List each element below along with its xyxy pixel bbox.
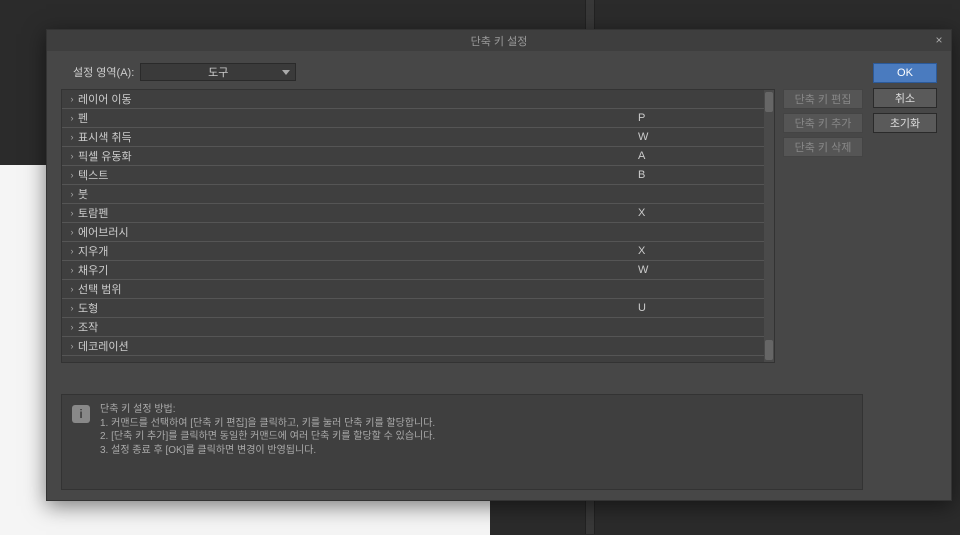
- list-row[interactable]: ›붓: [62, 185, 764, 204]
- chevron-right-icon: ›: [68, 265, 76, 275]
- row-label: 채우기: [78, 262, 638, 278]
- info-panel: i 단축 키 설정 방법: 1. 커맨드를 선택하여 [단축 키 편집]을 클릭…: [61, 394, 863, 490]
- add-shortcut-button[interactable]: 단축 키 추가: [783, 113, 863, 133]
- row-label: 텍스트: [78, 167, 638, 183]
- list-row[interactable]: ›데코레이션: [62, 337, 764, 356]
- info-icon: i: [72, 405, 90, 423]
- row-label: 도형: [78, 300, 638, 316]
- chevron-right-icon: ›: [68, 227, 76, 237]
- list-row[interactable]: ›토람펜X: [62, 204, 764, 223]
- shortcut-list[interactable]: ›레이어 이동›펜P›표시색 취득W›픽셀 유동화A›텍스트B›붓›토람펜X›에…: [62, 90, 764, 362]
- row-shortcut-key: W: [638, 264, 758, 276]
- row-label: 붓: [78, 186, 638, 202]
- chevron-right-icon: ›: [68, 170, 76, 180]
- list-row[interactable]: ›조작: [62, 318, 764, 337]
- row-shortcut-key: A: [638, 150, 758, 162]
- cancel-button[interactable]: 취소: [873, 88, 937, 108]
- chevron-right-icon: ›: [68, 189, 76, 199]
- chevron-right-icon: ›: [68, 341, 76, 351]
- main-column: 설정 영역(A): 도구 ›레이어 이동›펜P›표시색 취득W›픽셀 유동화A›…: [61, 63, 863, 490]
- scrollbar-thumb-top[interactable]: [765, 92, 773, 112]
- dialog-body: 설정 영역(A): 도구 ›레이어 이동›펜P›표시색 취득W›픽셀 유동화A›…: [47, 51, 951, 500]
- chevron-right-icon: ›: [68, 284, 76, 294]
- chevron-right-icon: ›: [68, 132, 76, 142]
- list-row[interactable]: ›레이어 이동: [62, 90, 764, 109]
- dialog-titlebar: 단축 키 설정 ×: [47, 30, 951, 51]
- side-buttons: 단축 키 편집 단축 키 추가 단축 키 삭제: [783, 89, 863, 384]
- row-shortcut-key: X: [638, 207, 758, 219]
- row-label: 데코레이션: [78, 338, 638, 354]
- list-row[interactable]: ›픽셀 유동화A: [62, 147, 764, 166]
- list-scrollbar[interactable]: [764, 90, 774, 362]
- settings-area-row: 설정 영역(A): 도구: [61, 63, 863, 81]
- row-label: 선택 범위: [78, 281, 638, 297]
- list-row[interactable]: ›선택 범위: [62, 280, 764, 299]
- list-row[interactable]: ›텍스트B: [62, 166, 764, 185]
- list-row[interactable]: ›에어브러시: [62, 223, 764, 242]
- row-label: 에어브러시: [78, 224, 638, 240]
- right-button-column: OK 취소 초기화: [873, 63, 937, 490]
- row-label: 지우개: [78, 243, 638, 259]
- settings-area-label: 설정 영역(A):: [73, 64, 134, 80]
- list-row[interactable]: ›지우개X: [62, 242, 764, 261]
- list-row[interactable]: ›펜P: [62, 109, 764, 128]
- row-label: 조작: [78, 319, 638, 335]
- row-shortcut-key: U: [638, 302, 758, 314]
- settings-area-select[interactable]: 도구: [140, 63, 296, 81]
- close-icon: ×: [935, 33, 942, 47]
- row-label: 토람펜: [78, 205, 638, 221]
- chevron-right-icon: ›: [68, 151, 76, 161]
- delete-shortcut-button[interactable]: 단축 키 삭제: [783, 137, 863, 157]
- chevron-right-icon: ›: [68, 94, 76, 104]
- row-shortcut-key: P: [638, 112, 758, 124]
- shortcut-settings-dialog: 단축 키 설정 × 설정 영역(A): 도구 ›레이어 이동›펜P›표시색 취득…: [46, 29, 952, 501]
- row-shortcut-key: W: [638, 131, 758, 143]
- dialog-title: 단축 키 설정: [471, 33, 528, 49]
- chevron-right-icon: ›: [68, 208, 76, 218]
- scrollbar-thumb-bottom[interactable]: [765, 340, 773, 360]
- edit-shortcut-button[interactable]: 단축 키 편집: [783, 89, 863, 109]
- row-label: 표시색 취득: [78, 129, 638, 145]
- settings-area-value: 도구: [208, 64, 228, 80]
- row-label: 펜: [78, 110, 638, 126]
- list-row[interactable]: ›표시색 취득W: [62, 128, 764, 147]
- close-button[interactable]: ×: [931, 32, 947, 48]
- reset-button[interactable]: 초기화: [873, 113, 937, 133]
- row-shortcut-key: X: [638, 245, 758, 257]
- chevron-right-icon: ›: [68, 303, 76, 313]
- list-row[interactable]: ›도형U: [62, 299, 764, 318]
- chevron-right-icon: ›: [68, 246, 76, 256]
- ok-button[interactable]: OK: [873, 63, 937, 83]
- chevron-right-icon: ›: [68, 322, 76, 332]
- chevron-right-icon: ›: [68, 113, 76, 123]
- info-text: 단축 키 설정 방법: 1. 커맨드를 선택하여 [단축 키 편집]을 클릭하고…: [100, 403, 435, 457]
- row-label: 픽셀 유동화: [78, 148, 638, 164]
- shortcut-list-container: ›레이어 이동›펜P›표시색 취득W›픽셀 유동화A›텍스트B›붓›토람펜X›에…: [61, 89, 775, 363]
- content-row: ›레이어 이동›펜P›표시색 취득W›픽셀 유동화A›텍스트B›붓›토람펜X›에…: [61, 89, 863, 384]
- list-row[interactable]: ›채우기W: [62, 261, 764, 280]
- row-label: 레이어 이동: [78, 91, 638, 107]
- row-shortcut-key: B: [638, 169, 758, 181]
